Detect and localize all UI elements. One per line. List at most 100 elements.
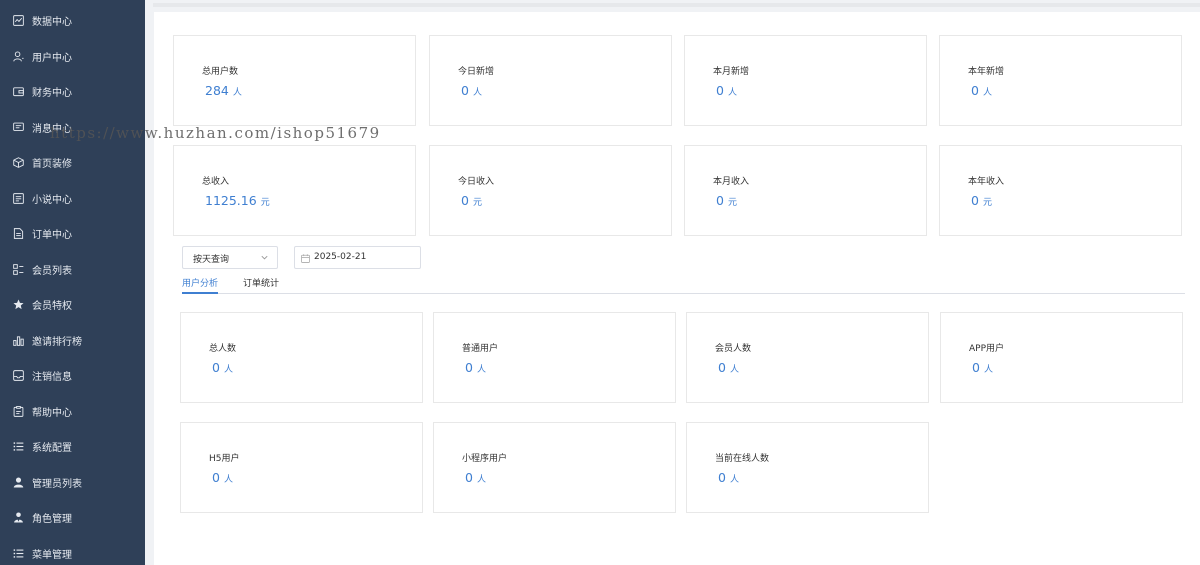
inbox-icon: [13, 370, 24, 381]
user-card-miniprogram: 小程序用户 0人: [433, 422, 676, 513]
stat-card-today-new: 今日新增 0人: [429, 35, 672, 126]
stat-label: 小程序用户: [462, 454, 508, 464]
query-mode-select[interactable]: 按天查询: [182, 246, 278, 269]
stat-label: H5用户: [209, 454, 240, 464]
stat-label: 本年新增: [968, 67, 1005, 77]
sidebar-item-label: 用户中心: [32, 53, 72, 64]
user-card-h5: H5用户 0人: [180, 422, 423, 513]
sidebar-item-label: 财务中心: [32, 88, 72, 99]
stat-card-year-new: 本年新增 0人: [939, 35, 1182, 126]
stat-label: 今日收入: [458, 177, 495, 187]
tab-user-analysis[interactable]: 用户分析: [182, 276, 218, 289]
role-icon: [13, 512, 24, 523]
box-icon: [13, 157, 24, 168]
bar-chart-icon: [13, 335, 24, 346]
stat-value: 0元: [971, 193, 992, 208]
dashboard-panel: 总用户数 284 人 今日新增 0人 本月新增 0人 本年新增 0人 总收入 11…: [154, 12, 1200, 565]
user-icon: [13, 51, 24, 62]
sidebar-item-label: 会员特权: [32, 301, 72, 312]
stat-value: 0元: [461, 193, 482, 208]
sidebar-item-system-config[interactable]: 系统配置: [0, 429, 145, 464]
stat-label: 总收入: [202, 177, 230, 187]
stat-label: 本月收入: [713, 177, 750, 187]
stat-value: 0人: [461, 83, 482, 98]
stat-label: 总人数: [209, 344, 237, 354]
stat-card-year-income: 本年收入 0元: [939, 145, 1182, 236]
top-divider: [153, 3, 1200, 7]
sidebar-item-member-list[interactable]: 会员列表: [0, 252, 145, 287]
sidebar-item-label: 角色管理: [32, 514, 72, 525]
user-card-online: 当前在线人数 0人: [686, 422, 929, 513]
stat-value: 0人: [972, 360, 993, 375]
watermark-text: https://www.huzhan.com/ishop51679: [50, 124, 381, 142]
sidebar-item-cancellation-info[interactable]: 注销信息: [0, 358, 145, 393]
stat-card-month-new: 本月新增 0人: [684, 35, 927, 126]
stat-card-total-income: 总收入 1125.16 元: [173, 145, 416, 236]
stat-label: APP用户: [969, 344, 1005, 354]
stat-value: 0人: [718, 470, 739, 485]
stat-label: 本年收入: [968, 177, 1005, 187]
stat-value: 0人: [465, 470, 486, 485]
active-tab-indicator: [182, 292, 218, 294]
user-card-app: APP用户 0人: [940, 312, 1183, 403]
menu-list-icon: [13, 548, 24, 559]
stat-card-month-income: 本月收入 0元: [684, 145, 927, 236]
sidebar-item-home-decoration[interactable]: 首页装修: [0, 145, 145, 180]
sidebar-item-label: 首页装修: [32, 159, 72, 170]
book-icon: [13, 193, 24, 204]
stat-label: 今日新增: [458, 67, 495, 77]
sidebar-item-help-center[interactable]: 帮助中心: [0, 394, 145, 429]
sidebar-item-member-privileges[interactable]: 会员特权: [0, 287, 145, 322]
stat-label: 当前在线人数: [715, 454, 770, 464]
person-icon: [13, 477, 24, 488]
stat-value: 0人: [718, 360, 739, 375]
sidebar-item-invite-ranking[interactable]: 邀请排行榜: [0, 323, 145, 358]
date-picker[interactable]: 2025-02-21: [294, 246, 421, 269]
stat-value: 1125.16 元: [205, 193, 270, 208]
sidebar-item-label: 数据中心: [32, 17, 72, 28]
tab-order-statistics[interactable]: 订单统计: [243, 276, 279, 289]
stat-label: 普通用户: [462, 344, 499, 354]
sidebar-item-role-management[interactable]: 角色管理: [0, 500, 145, 535]
sidebar-item-finance-center[interactable]: 财务中心: [0, 74, 145, 109]
query-mode-value: 按天查询: [193, 255, 230, 265]
date-value: 2025-02-21: [314, 252, 367, 262]
sidebar-item-label: 菜单管理: [32, 550, 72, 561]
stat-label: 总用户数: [202, 67, 239, 77]
sidebar-item-label: 系统配置: [32, 443, 72, 454]
sidebar-item-admin-list[interactable]: 管理员列表: [0, 465, 145, 500]
sidebar-item-novel-center[interactable]: 小说中心: [0, 181, 145, 216]
sidebar-item-label: 订单中心: [32, 230, 72, 241]
sidebar-item-order-center[interactable]: 订单中心: [0, 216, 145, 251]
stat-value: 0人: [212, 470, 233, 485]
sidebar-item-data-center[interactable]: 数据中心: [0, 3, 145, 38]
grid-list-icon: [13, 264, 24, 275]
sidebar-item-label: 会员列表: [32, 266, 72, 277]
stat-card-today-income: 今日收入 0元: [429, 145, 672, 236]
stat-value: 0人: [716, 83, 737, 98]
stat-value: 0人: [465, 360, 486, 375]
user-card-regular: 普通用户 0人: [433, 312, 676, 403]
wallet-icon: [13, 86, 24, 97]
sidebar-item-user-center[interactable]: 用户中心: [0, 39, 145, 74]
sidebar-item-label: 管理员列表: [32, 479, 82, 490]
stat-label: 会员人数: [715, 344, 752, 354]
main-content: 总用户数 284 人 今日新增 0人 本月新增 0人 本年新增 0人 总收入 11…: [145, 0, 1200, 565]
calendar-icon: [301, 254, 310, 263]
stat-label: 本月新增: [713, 67, 750, 77]
sidebar-item-label: 帮助中心: [32, 408, 72, 419]
stat-value: 0人: [212, 360, 233, 375]
document-icon: [13, 228, 24, 239]
list-icon: [13, 441, 24, 452]
stat-value: 284 人: [205, 83, 242, 98]
sidebar-item-menu-management[interactable]: 菜单管理: [0, 536, 145, 565]
message-icon: [13, 122, 24, 133]
stat-value: 0元: [716, 193, 737, 208]
sidebar-item-label: 小说中心: [32, 195, 72, 206]
user-card-members: 会员人数 0人: [686, 312, 929, 403]
chevron-down-icon: [261, 255, 268, 260]
stat-value: 0人: [971, 83, 992, 98]
clipboard-icon: [13, 406, 24, 417]
sidebar: 数据中心 用户中心 财务中心 消息中心 首页装修 小说中心 订单中心 会员列表 …: [0, 0, 145, 565]
sidebar-item-label: 邀请排行榜: [32, 337, 82, 348]
